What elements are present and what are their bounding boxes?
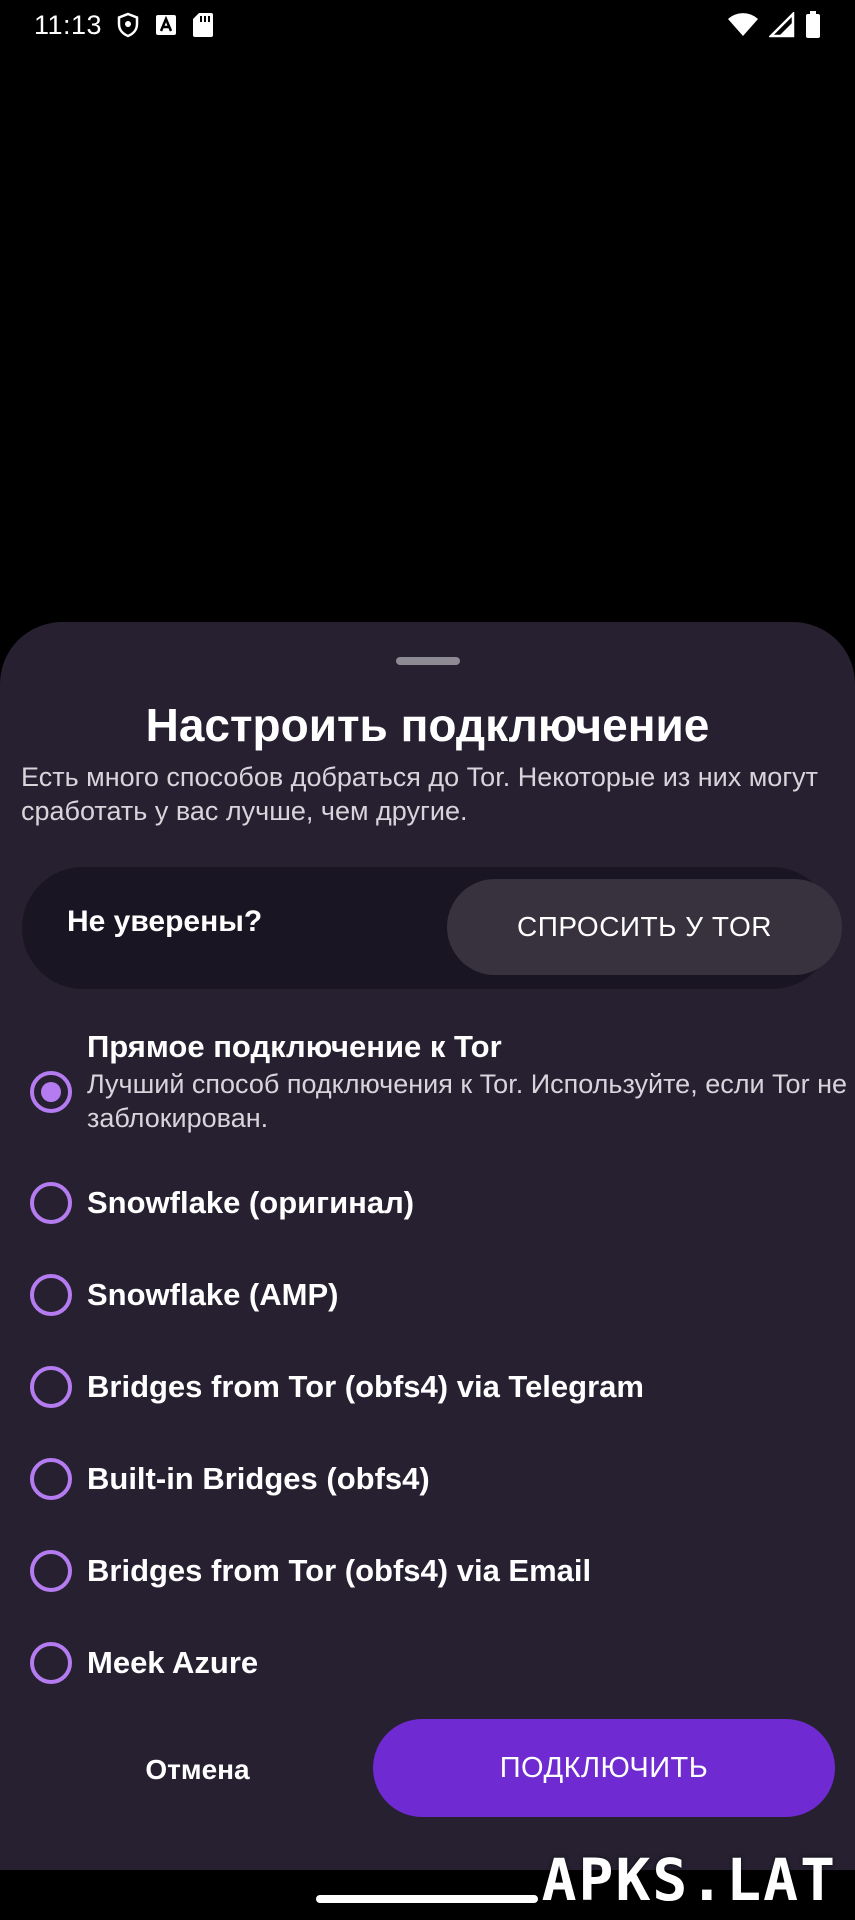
wifi-icon [727, 12, 759, 38]
option-title: Прямое подключение к Tor [87, 1029, 502, 1064]
connection-bottom-sheet: Настроить подключение Есть много способо… [0, 622, 855, 1870]
radio-button[interactable] [30, 1550, 72, 1592]
option-bridges-email[interactable]: Bridges from Tor (obfs4) via Email [30, 1550, 840, 1596]
home-indicator[interactable] [316, 1895, 538, 1903]
sheet-subtitle: Есть много способов добраться до Tor. Не… [21, 762, 819, 826]
radio-button[interactable] [30, 1366, 72, 1408]
signal-icon [769, 12, 795, 38]
screen: 11:13 Настроить подключение Есть много с… [0, 0, 855, 1920]
radio-button[interactable] [30, 1458, 72, 1500]
status-right [727, 11, 821, 39]
option-title: Meek Azure [87, 1645, 259, 1680]
option-built-in-bridges[interactable]: Built-in Bridges (obfs4) [30, 1458, 840, 1504]
sd-card-icon [192, 12, 214, 38]
not-sure-panel: Не уверены? СПРОСИТЬ У TOR [22, 867, 842, 989]
status-left: 11:13 [34, 10, 214, 41]
radio-button[interactable] [30, 1642, 72, 1684]
option-bridges-telegram[interactable]: Bridges from Tor (obfs4) via Telegram [30, 1366, 840, 1412]
sheet-title: Настроить подключение [145, 699, 710, 751]
radio-button[interactable] [30, 1182, 72, 1224]
option-snowflake-original[interactable]: Snowflake (оригинал) [30, 1182, 840, 1228]
radio-button-selected[interactable] [30, 1071, 72, 1113]
radio-button[interactable] [30, 1274, 72, 1316]
watermark: APKS.LAT [541, 1846, 837, 1914]
font-icon [154, 13, 178, 37]
not-sure-label: Не уверены? [67, 905, 263, 938]
option-meek-azure[interactable]: Meek Azure [30, 1642, 840, 1688]
shield-icon [116, 12, 140, 38]
connect-button[interactable]: ПОДКЛЮЧИТЬ [373, 1719, 835, 1817]
option-title: Snowflake (AMP) [87, 1277, 339, 1312]
option-snowflake-amp[interactable]: Snowflake (AMP) [30, 1274, 840, 1320]
option-direct-connection[interactable]: Прямое подключение к Tor Лучший способ п… [30, 1029, 847, 1133]
option-title: Bridges from Tor (obfs4) via Telegram [87, 1369, 644, 1404]
drag-handle[interactable] [396, 657, 460, 665]
status-time: 11:13 [34, 9, 103, 40]
option-title: Bridges from Tor (obfs4) via Email [87, 1553, 592, 1588]
ask-tor-button[interactable]: СПРОСИТЬ У TOR [447, 879, 842, 975]
option-title: Snowflake (оригинал) [87, 1185, 415, 1220]
option-description: Лучший способ подключения к Tor. Использ… [87, 1069, 847, 1133]
cancel-button[interactable]: Отмена [100, 1740, 295, 1800]
option-title: Built-in Bridges (obfs4) [87, 1461, 430, 1496]
status-bar: 11:13 [0, 0, 855, 50]
battery-icon [805, 11, 821, 39]
